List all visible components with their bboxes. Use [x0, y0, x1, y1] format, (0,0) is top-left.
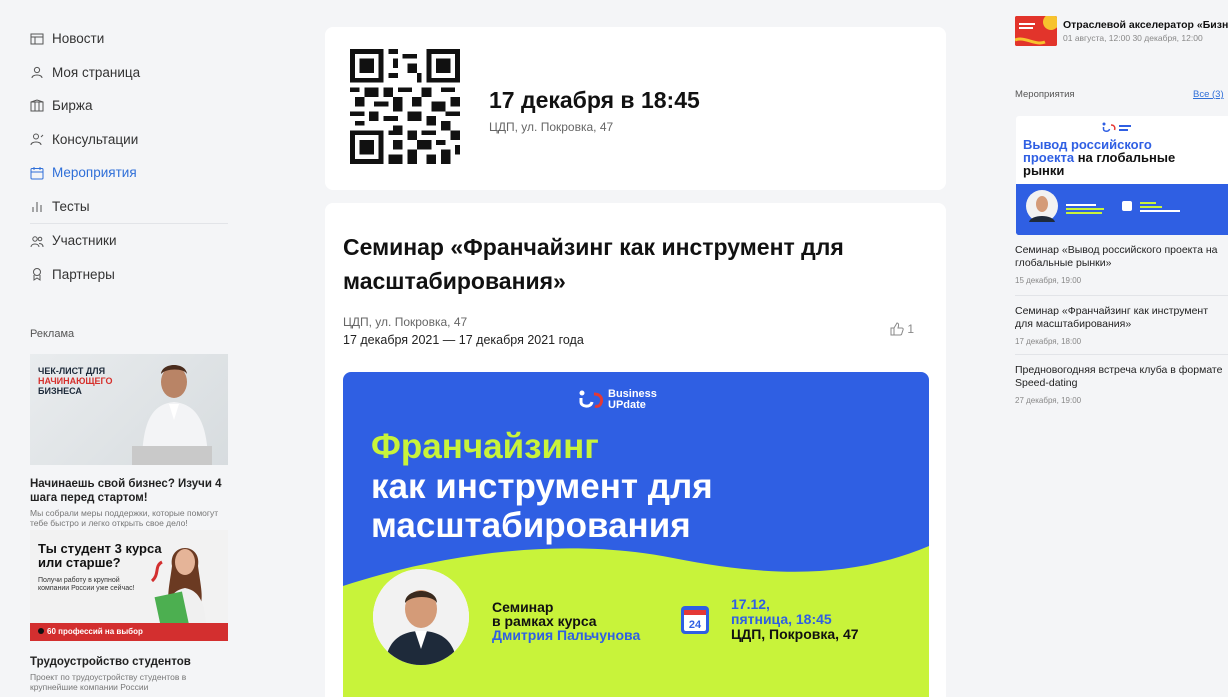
event-title: Семинар «Франчайзинг как инструмент для … [343, 234, 844, 294]
event-list-item-date: 15 декабря, 19:00 [1015, 276, 1082, 285]
newspaper-icon [30, 33, 44, 45]
sidebar-item-label: Тесты [52, 198, 90, 214]
student-photo [150, 548, 206, 631]
sidebar-item-label: Моя страница [52, 64, 141, 80]
sidebar-item-label: Биржа [52, 98, 93, 114]
event-list-item[interactable]: Семинар «Вывод российского проекта на гл… [1015, 244, 1228, 285]
banner-seminar-line-1: Семинар [492, 599, 554, 615]
ad-students-image-sub: Получи работу в крупной компании России … [38, 577, 135, 592]
thumbs-up-icon [890, 322, 905, 336]
bullet-icon [38, 628, 44, 634]
event-dates: 17 декабря 2021 — 17 декабря 2021 года [343, 333, 584, 347]
banner-date-line-2: пятница, 18:45 [731, 611, 832, 627]
banner-date-line-3: ЦДП, Покровка, 47 [731, 626, 859, 642]
banner-date-line-1: 17.12, [731, 596, 770, 612]
accelerator-item[interactable]: Отраслевой акселератор «Бизн 01 августа,… [1015, 16, 1228, 48]
accelerator-title: Отраслевой акселератор «Бизн [1063, 19, 1228, 31]
ad-students-image[interactable]: Ты студент 3 курса или старше? Получи ра… [30, 530, 228, 641]
speaker-photo [373, 569, 469, 665]
ad-students-image-headline: Ты студент 3 курса или старше? [38, 541, 162, 570]
sidebar-item-label: Мероприятия [52, 165, 137, 181]
accelerator-date: 01 августа, 12:00 30 декабря, 12:00 [1063, 33, 1203, 43]
accelerator-thumbnail [1015, 16, 1057, 46]
sidebar-item-label: Участники [52, 233, 117, 249]
event-card: Семинар «Франчайзинг как инструмент для … [325, 203, 946, 697]
ad-checklist-image[interactable]: ЧЕК-ЛИСТ ДЛЯ НАЧИНАЮЩЕГО БИЗНЕСА [30, 354, 228, 465]
event-list-item[interactable]: Семинар «Франчайзинг как инструмент для … [1015, 305, 1228, 346]
business-update-logo: Business UPdate [579, 389, 657, 411]
events-banner-line-3: рынки [1023, 163, 1065, 178]
event-list-item-date: 27 декабря, 19:00 [1015, 396, 1082, 405]
businessman-photo [132, 365, 212, 465]
event-datetime: 17 декабря в 18:45 [489, 87, 700, 113]
svg-text:24: 24 [689, 619, 702, 631]
sidebar-item-exchange[interactable]: Биржа [30, 89, 240, 123]
event-location: ЦДП, ул. Покровка, 47 [343, 315, 468, 329]
sidebar-item-label: Партнеры [52, 266, 115, 282]
sidebar-item-consultations[interactable]: Консультации [30, 123, 240, 157]
event-list-item-title: Семинар «Франчайзинг как инструмент для … [1015, 305, 1209, 330]
event-qr-card: 17 декабря в 18:45 ЦДП, ул. Покровка, 47 [325, 27, 946, 190]
events-all-link[interactable]: Все (3) [1193, 89, 1224, 100]
sidebar-item-label: Консультации [52, 131, 139, 147]
event-list-item-title: Предновогодняя встреча клуба в формате S… [1015, 364, 1223, 389]
sidebar: Новости Моя страница Биржа Консультации … [0, 0, 240, 697]
qr-code-icon[interactable] [350, 49, 460, 164]
event-list-divider [1015, 295, 1228, 296]
sidebar-item-news[interactable]: Новости [30, 22, 240, 56]
right-sidebar: Отраслевой акселератор «Бизн 01 августа,… [1015, 0, 1228, 697]
sidebar-item-tests[interactable]: Тесты [30, 190, 240, 224]
consultation-icon [30, 133, 44, 146]
banner-headline-3: масштабирования [371, 506, 691, 545]
event-list-divider [1015, 354, 1228, 355]
business-update-logo-icon [579, 390, 603, 408]
event-list-item-title: Семинар «Вывод российского проекта на гл… [1015, 244, 1218, 269]
event-banner: Business UPdate Франчайзинг как инструмен… [343, 372, 929, 697]
ad-checklist-description: Мы собрали меры поддержки, которые помог… [30, 508, 219, 528]
banner-seminar-line-2: в рамках курса [492, 613, 597, 629]
ad-checklist-image-text: ЧЕК-ЛИСТ ДЛЯ НАЧИНАЮЩЕГО БИЗНЕСА [38, 366, 113, 396]
banner-headline-1: Франчайзинг [371, 427, 599, 466]
banner-seminar-line-3: Дмитрия Пальчунова [492, 627, 641, 643]
business-update-logo-icon [1102, 122, 1131, 132]
ad-students-description: Проект по трудоустройству студентов в кр… [30, 672, 187, 692]
banner-headline-2: как инструмент для [371, 467, 713, 506]
event-list-item[interactable]: Предновогодняя встреча клуба в формате S… [1015, 364, 1228, 405]
event-address: ЦДП, ул. Покровка, 47 [489, 120, 614, 134]
events-banner-footer [1016, 184, 1228, 235]
ad-checklist-title[interactable]: Начинаешь свой бизнес? Изучи 4 шага пере… [30, 477, 228, 505]
sidebar-item-label: Новости [52, 31, 105, 47]
ad-students-title[interactable]: Трудоустройство студентов [30, 655, 228, 669]
bar-chart-icon [32, 202, 42, 213]
sidebar-item-partners[interactable]: Партнеры [30, 258, 240, 292]
sidebar-item-events[interactable]: Мероприятия [30, 156, 240, 190]
event-list-item-date: 17 декабря, 18:00 [1015, 337, 1082, 346]
partner-icon [33, 268, 41, 282]
events-banner[interactable]: Вывод российского проекта на глобальные … [1016, 116, 1228, 235]
like-button[interactable]: 1 [890, 322, 914, 336]
events-heading: Мероприятия [1015, 89, 1075, 100]
ads-heading: Реклама [30, 328, 75, 340]
user-icon [31, 67, 43, 79]
like-count: 1 [907, 322, 914, 336]
calendar-icon [30, 166, 44, 180]
exchange-icon [30, 99, 44, 112]
sidebar-item-participants[interactable]: Участники [30, 224, 240, 258]
sidebar-item-my-page[interactable]: Моя страница [30, 56, 240, 90]
calendar-icon: 24 [681, 606, 709, 634]
ad-students-image-bar: 60 профессий на выбор [30, 623, 228, 641]
users-icon [30, 236, 44, 247]
